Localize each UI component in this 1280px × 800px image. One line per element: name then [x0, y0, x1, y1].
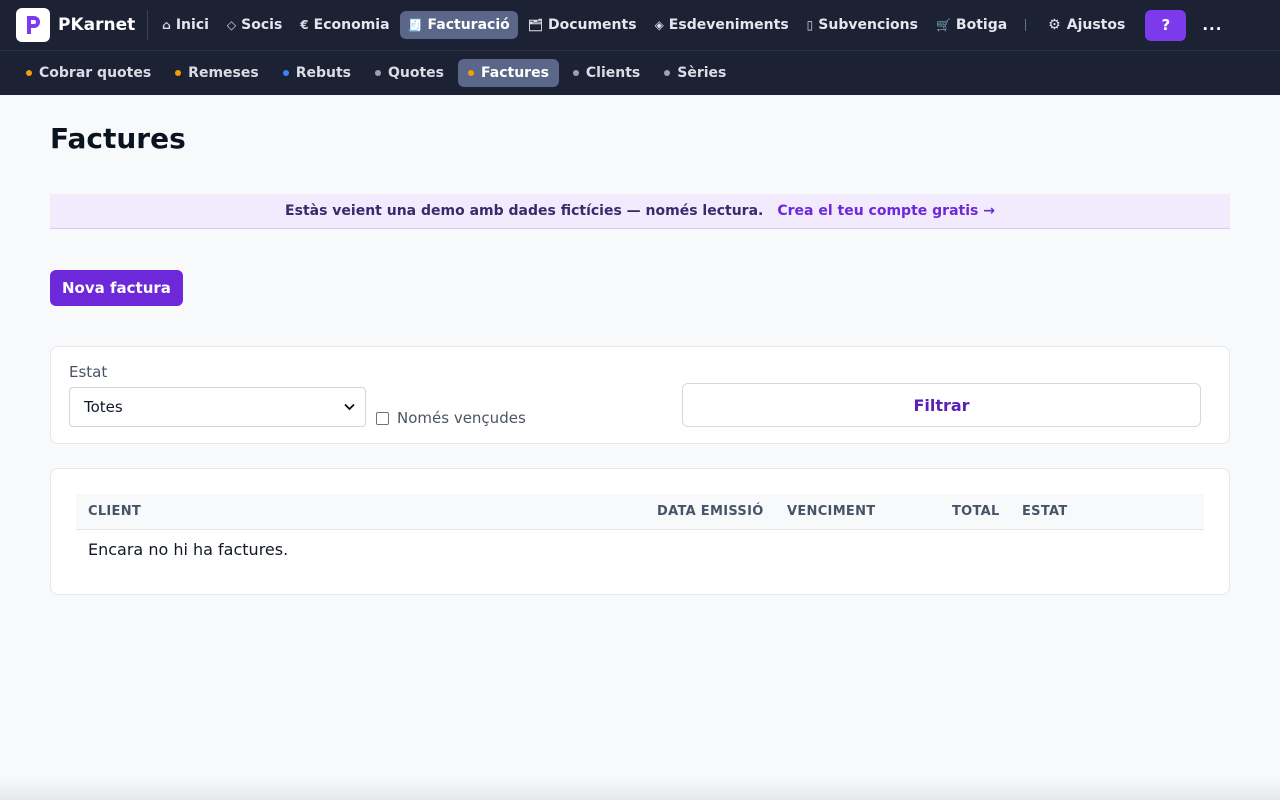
- filter-button[interactable]: Filtrar: [682, 383, 1201, 427]
- help-button[interactable]: ?: [1145, 9, 1187, 41]
- subnav-item-label: Quotes: [388, 65, 445, 81]
- page-title: Factures: [50, 122, 186, 155]
- nav-divider: [1025, 19, 1027, 31]
- filter-panel: Estat Totes Només vençudes Filtrar: [50, 346, 1230, 444]
- nav-item-label: Facturació: [427, 17, 510, 33]
- column-header-issue-date[interactable]: DATA EMISSIÓ: [657, 504, 764, 519]
- column-header-status[interactable]: ESTAT: [1022, 504, 1068, 519]
- app-logo: [16, 8, 50, 42]
- nav-item-botiga[interactable]: 🛒 Botiga: [928, 11, 1015, 39]
- nav-item-esdeveniments[interactable]: ◈ Esdeveniments: [647, 11, 797, 39]
- nav-item-label: Socis: [241, 17, 283, 33]
- new-invoice-button[interactable]: Nova factura: [50, 270, 183, 306]
- nav-item-economia[interactable]: € Economia: [292, 11, 397, 39]
- diamond-icon: ◇: [226, 18, 237, 32]
- chevron-down-icon: [344, 401, 355, 414]
- status-dot-icon: [26, 70, 32, 76]
- subnav-item-label: Rebuts: [295, 65, 351, 81]
- status-dot-icon: [175, 70, 182, 76]
- status-select[interactable]: Totes: [69, 387, 366, 427]
- subnav-item-label: Cobrar quotes: [39, 65, 152, 81]
- subnav-item-label: Factures: [481, 65, 549, 81]
- bottom-shadow: [0, 778, 1280, 800]
- brand-divider: [147, 10, 149, 40]
- main-nav: ⌂ Inici ◇ Socis € Economia 🧾 Facturació 🗂 Documen…: [154, 11, 1015, 39]
- folder-icon: 🗂: [527, 18, 543, 32]
- demo-banner-text: Estàs veient una demo amb dades fictície…: [285, 203, 764, 219]
- demo-banner: Estàs veient una demo amb dades fictície…: [50, 194, 1230, 229]
- empty-state-message: Encara no hi ha factures.: [88, 539, 289, 559]
- nav-item-label: Economia: [313, 17, 390, 33]
- column-header-client[interactable]: CLIENT: [88, 504, 141, 519]
- nav-item-label: Botiga: [955, 17, 1008, 33]
- status-dot-icon: [375, 70, 381, 76]
- nav-item-socis[interactable]: ◇ Socis: [219, 11, 290, 39]
- cart-icon: 🛒: [935, 18, 951, 32]
- status-dot-icon: [282, 70, 289, 76]
- app-name: PKarnet: [58, 15, 136, 35]
- nav-item-label: Subvencions: [818, 17, 918, 33]
- nav-item-facturació[interactable]: 🧾 Facturació: [399, 11, 518, 39]
- euro-icon: €: [300, 18, 309, 32]
- book-icon: ▯: [806, 18, 814, 32]
- status-dot-icon: [468, 70, 475, 76]
- nav-item-documents[interactable]: 🗂 Documents: [520, 11, 645, 39]
- top-navbar: PKarnet ⌂ Inici ◇ Socis € Economia 🧾 Facturació…: [0, 0, 1280, 50]
- subnav-item-cobrar-quotes[interactable]: Cobrar quotes: [16, 59, 161, 87]
- invoices-table: CLIENT DATA EMISSIÓ VENCIMENT TOTAL ESTA…: [50, 468, 1230, 595]
- main-content: Factures Estàs veient una demo amb dades…: [0, 122, 1280, 595]
- sub-navbar: Cobrar quotes Remeses Rebuts Quotes Factures…: [0, 50, 1280, 95]
- receipt-icon: 🧾: [407, 18, 423, 32]
- signup-link[interactable]: Crea el teu compte gratis →: [777, 203, 995, 219]
- nav-item-label: Inici: [175, 17, 209, 33]
- table-header: CLIENT DATA EMISSIÓ VENCIMENT TOTAL ESTA…: [76, 494, 1204, 530]
- more-menu-button[interactable]: ...: [1202, 16, 1222, 34]
- column-header-due-date[interactable]: VENCIMENT: [787, 504, 875, 519]
- subnav-item-rebuts[interactable]: Rebuts: [273, 59, 361, 87]
- subnav-item-remeses[interactable]: Remeses: [165, 59, 269, 87]
- status-dot-icon: [664, 70, 671, 76]
- nav-item-label: Esdeveniments: [668, 17, 789, 33]
- settings-link[interactable]: ⚙ Ajustos: [1040, 11, 1133, 39]
- nav-item-subvencions[interactable]: ▯ Subvencions: [799, 11, 926, 39]
- subnav-item-label: Sèries: [677, 65, 727, 81]
- gear-icon: ⚙: [1048, 17, 1061, 33]
- subnav-item-label: Remeses: [188, 65, 259, 81]
- column-header-total[interactable]: TOTAL: [952, 504, 1000, 519]
- status-dot-icon: [572, 70, 579, 76]
- subnav-item-factures[interactable]: Factures: [458, 59, 559, 87]
- subnav-item-label: Clients: [585, 65, 641, 81]
- nav-item-label: Documents: [547, 17, 637, 33]
- home-icon: ⌂: [162, 18, 171, 32]
- event-diamond-icon: ◈: [654, 18, 664, 32]
- overdue-checkbox-label[interactable]: Només vençudes: [397, 409, 526, 427]
- subnav-item-quotes[interactable]: Quotes: [365, 59, 454, 87]
- brand[interactable]: PKarnet: [16, 8, 135, 42]
- subnav-item-sèries[interactable]: Sèries: [654, 59, 736, 87]
- overdue-filter: Només vençudes: [376, 409, 526, 427]
- overdue-checkbox[interactable]: [376, 411, 389, 425]
- status-select-value: Totes: [84, 398, 123, 416]
- subnav-item-clients[interactable]: Clients: [563, 59, 650, 87]
- nav-item-inici[interactable]: ⌂ Inici: [154, 11, 217, 39]
- status-filter-label: Estat: [69, 363, 108, 381]
- settings-label: Ajustos: [1066, 17, 1126, 33]
